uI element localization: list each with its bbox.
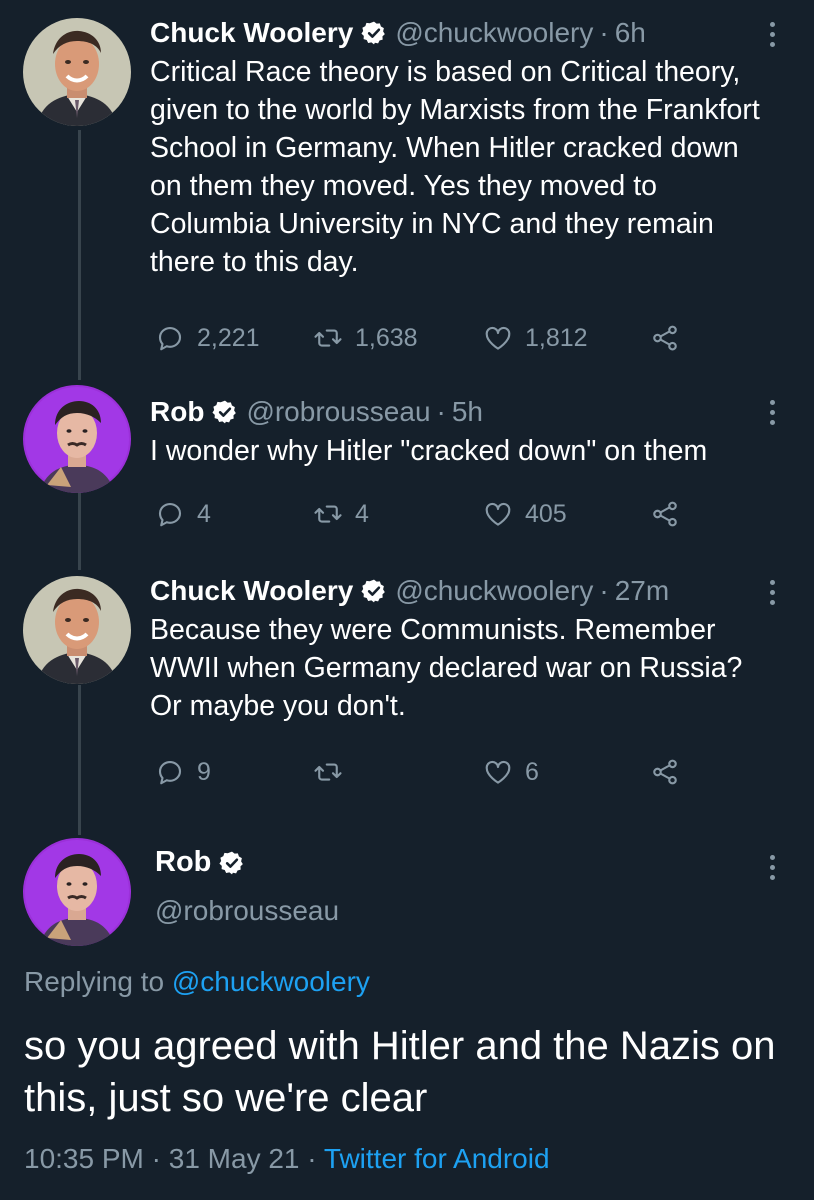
retweet-count: 1,638 [355, 323, 418, 352]
retweet-icon [313, 757, 343, 787]
tweet-actions: 9 6 [155, 755, 695, 789]
separator: · [143, 1143, 169, 1174]
retweet-icon [313, 323, 343, 353]
like-button[interactable]: 405 [483, 499, 567, 529]
reply-button[interactable]: 9 [155, 757, 211, 787]
reply-button[interactable]: 2,221 [155, 323, 260, 353]
tweet-text: Because they were Communists. Remember W… [150, 614, 743, 722]
reply-icon [155, 499, 185, 529]
reply-icon [155, 757, 185, 787]
verified-badge-icon [361, 20, 387, 46]
retweet-count: 4 [355, 499, 369, 528]
timestamp[interactable]: 6h [615, 16, 646, 50]
share-icon [650, 323, 680, 353]
heart-icon [483, 757, 513, 787]
replying-prefix: Replying to [24, 966, 172, 997]
retweet-button[interactable]: 4 [313, 499, 369, 529]
timestamp[interactable]: 5h [452, 395, 483, 429]
share-button[interactable] [650, 323, 692, 353]
thread-line [78, 685, 81, 835]
more-vertical-icon[interactable] [770, 855, 776, 880]
source-link[interactable]: Twitter for Android [324, 1143, 550, 1174]
tweet-header: Chuck Woolery @chuckwoolery · 27m [150, 574, 774, 608]
share-button[interactable] [650, 499, 692, 529]
reply-count: 9 [197, 757, 211, 786]
share-button[interactable] [650, 757, 692, 787]
heart-icon [483, 323, 513, 353]
more-vertical-icon[interactable] [770, 22, 776, 47]
like-count: 6 [525, 757, 539, 786]
avatar[interactable] [23, 18, 131, 126]
handle[interactable]: @chuckwoolery [395, 574, 593, 608]
display-name[interactable]: Rob [155, 846, 339, 879]
avatar[interactable] [23, 576, 131, 684]
tweet-text: so you agreed with Hitler and the Nazis … [24, 1024, 776, 1120]
display-name[interactable]: Rob [150, 395, 204, 429]
reply-icon [155, 323, 185, 353]
handle[interactable]: @robrousseau [246, 395, 430, 429]
tweet-header: Chuck Woolery @chuckwoolery · 6h [150, 16, 774, 50]
verified-badge-icon [212, 399, 238, 425]
tweet-actions: 4 4 405 [155, 497, 695, 531]
tweet-text: Critical Race theory is based on Critica… [150, 56, 760, 278]
thread-line [78, 130, 81, 380]
timestamp[interactable]: 27m [615, 574, 669, 608]
like-count: 405 [525, 499, 567, 528]
replying-to: Replying to @chuckwoolery [24, 966, 370, 998]
mention-link[interactable]: @chuckwoolery [172, 966, 370, 997]
more-vertical-icon[interactable] [770, 400, 776, 425]
tweet-header: Rob @robrousseau · 5h [150, 395, 774, 429]
display-name[interactable]: Chuck Woolery [150, 16, 353, 50]
verified-badge-icon [361, 578, 387, 604]
like-button[interactable]: 6 [483, 757, 539, 787]
more-vertical-icon[interactable] [770, 580, 776, 605]
tweet-time[interactable]: 10:35 PM [24, 1143, 144, 1174]
retweet-button[interactable]: 1,638 [313, 323, 418, 353]
avatar[interactable] [23, 838, 131, 946]
separator: · [599, 17, 609, 48]
tweet-date[interactable]: 31 May 21 [169, 1143, 300, 1174]
retweet-button[interactable] [313, 757, 355, 787]
separator: · [299, 1143, 324, 1174]
separator: · [436, 396, 446, 427]
handle[interactable]: @robrousseau [155, 895, 339, 927]
thread-line [78, 490, 81, 570]
share-icon [650, 499, 680, 529]
heart-icon [483, 499, 513, 529]
like-count: 1,812 [525, 323, 588, 352]
handle[interactable]: @chuckwoolery [395, 16, 593, 50]
reply-button[interactable]: 4 [155, 499, 211, 529]
like-button[interactable]: 1,812 [483, 323, 588, 353]
separator: · [599, 575, 609, 606]
verified-badge-icon [219, 850, 245, 876]
retweet-icon [313, 499, 343, 529]
tweet-meta: 10:35 PM · 31 May 21 · Twitter for Andro… [24, 1143, 550, 1175]
tweet-text: I wonder why Hitler "cracked down" on th… [150, 435, 708, 467]
display-name-text: Rob [155, 846, 212, 878]
avatar[interactable] [23, 385, 131, 493]
display-name[interactable]: Chuck Woolery [150, 574, 353, 608]
reply-count: 4 [197, 499, 211, 528]
share-icon [650, 757, 680, 787]
reply-count: 2,221 [197, 323, 260, 352]
tweet-actions: 2,221 1,638 1,812 [155, 321, 695, 355]
